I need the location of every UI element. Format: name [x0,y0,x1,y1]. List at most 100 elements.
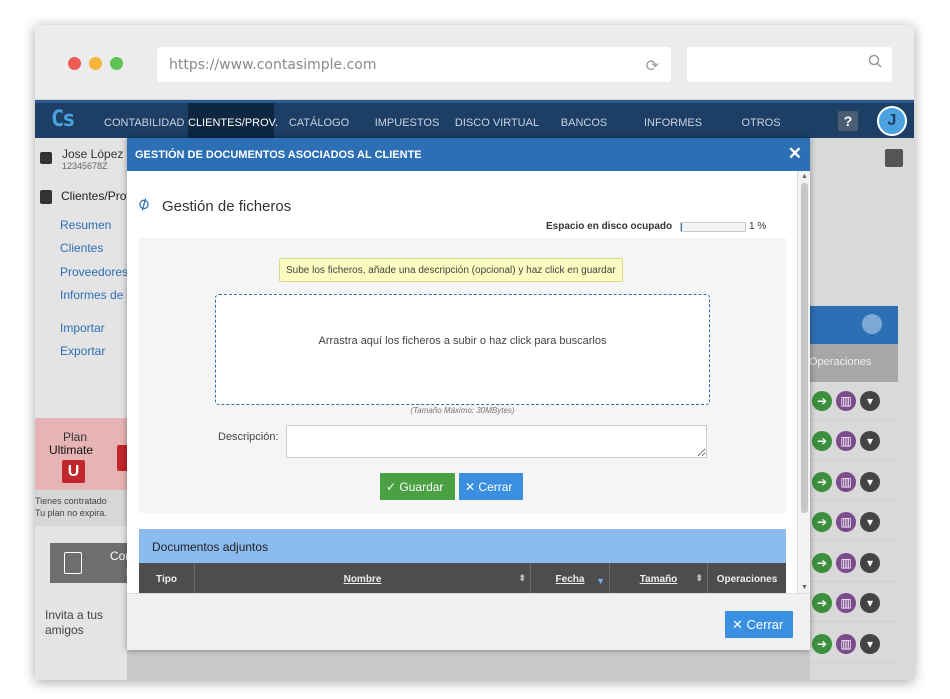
nav-informes[interactable]: INFORMES [639,103,707,138]
bank-icon: ▥ [836,593,856,613]
scroll-up-icon[interactable]: ▲ [801,173,808,180]
chevron-down-icon: ▾ [860,512,880,532]
column-nombre[interactable]: Nombre ⬍ [195,563,531,593]
description-label: Descripción: [218,431,279,443]
main-navigation: Cs CONTABILIDAD CLIENTES/PROV. CATÁLOGO … [35,100,914,138]
background-operations-header: Operaciones [810,344,898,382]
description-input[interactable] [286,425,707,458]
contract-button[interactable]: Contrpro [50,543,127,583]
sidebar: Jose López 12345678Z Clientes/Pro Resume… [35,138,128,680]
column-tipo-label: Tipo [156,574,177,585]
plan-info-line-2: Tu plan no expira. [35,508,107,518]
maximize-window-button[interactable] [110,57,123,70]
sidebar-item-exportar[interactable]: Exportar [60,344,105,358]
invite-friends-link[interactable]: Invita a tus amigos [45,608,105,638]
nav-disco-virtual[interactable]: DISCO VIRTUAL [453,103,541,138]
arrow-right-icon: ➔ [812,472,832,492]
modal-body: ⌀ Gestión de ficheros Espacio en disco o… [127,171,797,593]
app-logo[interactable]: Cs [51,107,75,132]
column-operaciones-label: Operaciones [716,574,778,585]
disk-usage-bar [680,222,746,232]
sidebar-item-proveedores[interactable]: Proveedores [60,265,128,279]
chevron-down-icon: ▾ [860,391,880,411]
arrow-right-icon: ➔ [812,391,832,411]
save-button[interactable]: ✓ Guardar [380,473,455,500]
clients-section-icon [40,190,52,204]
shopping-bag-icon [64,552,82,574]
chevron-down-icon: ▾ [860,634,880,654]
plan-badge: U [62,460,85,483]
table-row: ➔ ▥ ▾ [810,584,898,622]
bank-icon: ▥ [836,553,856,573]
bank-icon: ▥ [836,634,856,654]
address-bar-url: https://www.contasimple.com [169,57,377,73]
attached-documents-header: Documentos adjuntos [139,529,786,563]
nav-bancos[interactable]: BANCOS [554,103,614,138]
column-tipo[interactable]: Tipo [139,563,195,593]
bank-icon: ▥ [836,431,856,451]
arrow-right-icon: ➔ [812,431,832,451]
plan-panel: Plan Ultimate U [35,418,127,490]
column-tamano[interactable]: Tamaño ⬍ [610,563,708,593]
table-row: ➔ ▥ ▾ [810,463,898,501]
scroll-down-icon[interactable]: ▼ [801,584,808,591]
file-dropzone[interactable]: Arrastra aquí los ficheros a subir o haz… [215,294,710,405]
bank-icon: ▥ [836,512,856,532]
minimize-window-button[interactable] [89,57,102,70]
sidebar-section-title: Clientes/Pro [61,189,127,203]
nav-contabilidad[interactable]: CONTABILIDAD [104,103,184,138]
sidebar-item-importar[interactable]: Importar [60,321,105,335]
nav-impuestos[interactable]: IMPUESTOS [373,103,441,138]
browser-search-input[interactable] [687,47,892,82]
bank-icon: ▥ [836,472,856,492]
table-row: ➔ ▥ ▾ [810,625,898,663]
column-fecha[interactable]: Fecha ▼ [531,563,610,593]
user-avatar[interactable]: J [877,106,907,136]
column-tamano-label: Tamaño [639,574,678,585]
plan-secondary-badge [117,445,127,471]
attached-documents-table-header: Tipo Nombre ⬍ Fecha ▼ Tamaño ⬍ Operaciones [139,563,786,593]
reload-icon[interactable]: ⟳ [646,56,659,75]
chevron-down-icon: ▾ [860,593,880,613]
check-icon: ✓ [386,480,397,494]
user-card-icon [40,152,52,164]
sidebar-item-clientes[interactable]: Clientes [60,241,103,255]
chevron-down-icon: ▾ [860,431,880,451]
address-bar[interactable]: https://www.contasimple.com ⟳ [157,47,671,82]
plan-info: Tienes contratado Tu plan no expira. [35,490,127,526]
files-section-title: Gestión de ficheros [162,198,292,215]
scrollbar-thumb[interactable] [801,183,808,513]
chevron-down-icon: ▾ [860,472,880,492]
dropzone-text: Arrastra aquí los ficheros a subir o haz… [318,335,607,347]
background-search-icon [885,149,903,167]
footer-close-button-label: Cerrar [746,617,784,632]
browser-toolbar: https://www.contasimple.com ⟳ [35,25,914,100]
footer-close-button[interactable]: ✕ Cerrar [725,611,793,638]
sort-icon: ⬍ [695,573,703,583]
sidebar-item-informes[interactable]: Informes de [60,288,123,302]
background-table-header [810,306,898,344]
sidebar-item-resumen[interactable]: Resumen [60,218,111,232]
documents-modal: GESTIÓN DE DOCUMENTOS ASOCIADOS AL CLIEN… [127,138,810,650]
upload-hint: Sube los ficheros, añade una descripción… [279,258,623,282]
paperclip-icon: ⌀ [133,191,153,215]
cancel-button[interactable]: ✕ Cerrar [459,473,523,500]
max-size-note: (Tamaño Máximo: 30MBytes) [410,406,515,415]
close-window-button[interactable] [68,57,81,70]
modal-scrollbar[interactable]: ▲ ▼ [797,171,810,593]
background-footer [127,645,810,680]
sidebar-user-name[interactable]: Jose López [62,147,123,161]
plan-info-line-1: Tienes contratado [35,496,107,506]
help-icon[interactable]: ? [838,111,858,131]
nav-clientes-prov[interactable]: CLIENTES/PROV. [188,103,278,138]
chevron-down-icon: ▾ [860,553,880,573]
contract-label-line-2: pro [110,563,127,577]
upload-panel: Sube los ficheros, añade una descripción… [139,238,786,513]
table-row: ➔ ▥ ▾ [810,544,898,582]
arrow-right-icon: ➔ [812,512,832,532]
table-row: ➔ ▥ ▾ [810,422,898,460]
nav-otros[interactable]: OTROS [735,103,787,138]
modal-footer: ✕ Cerrar [127,593,810,650]
close-icon[interactable]: ✕ [788,144,802,164]
nav-catalogo[interactable]: CATÁLOGO [285,103,353,138]
